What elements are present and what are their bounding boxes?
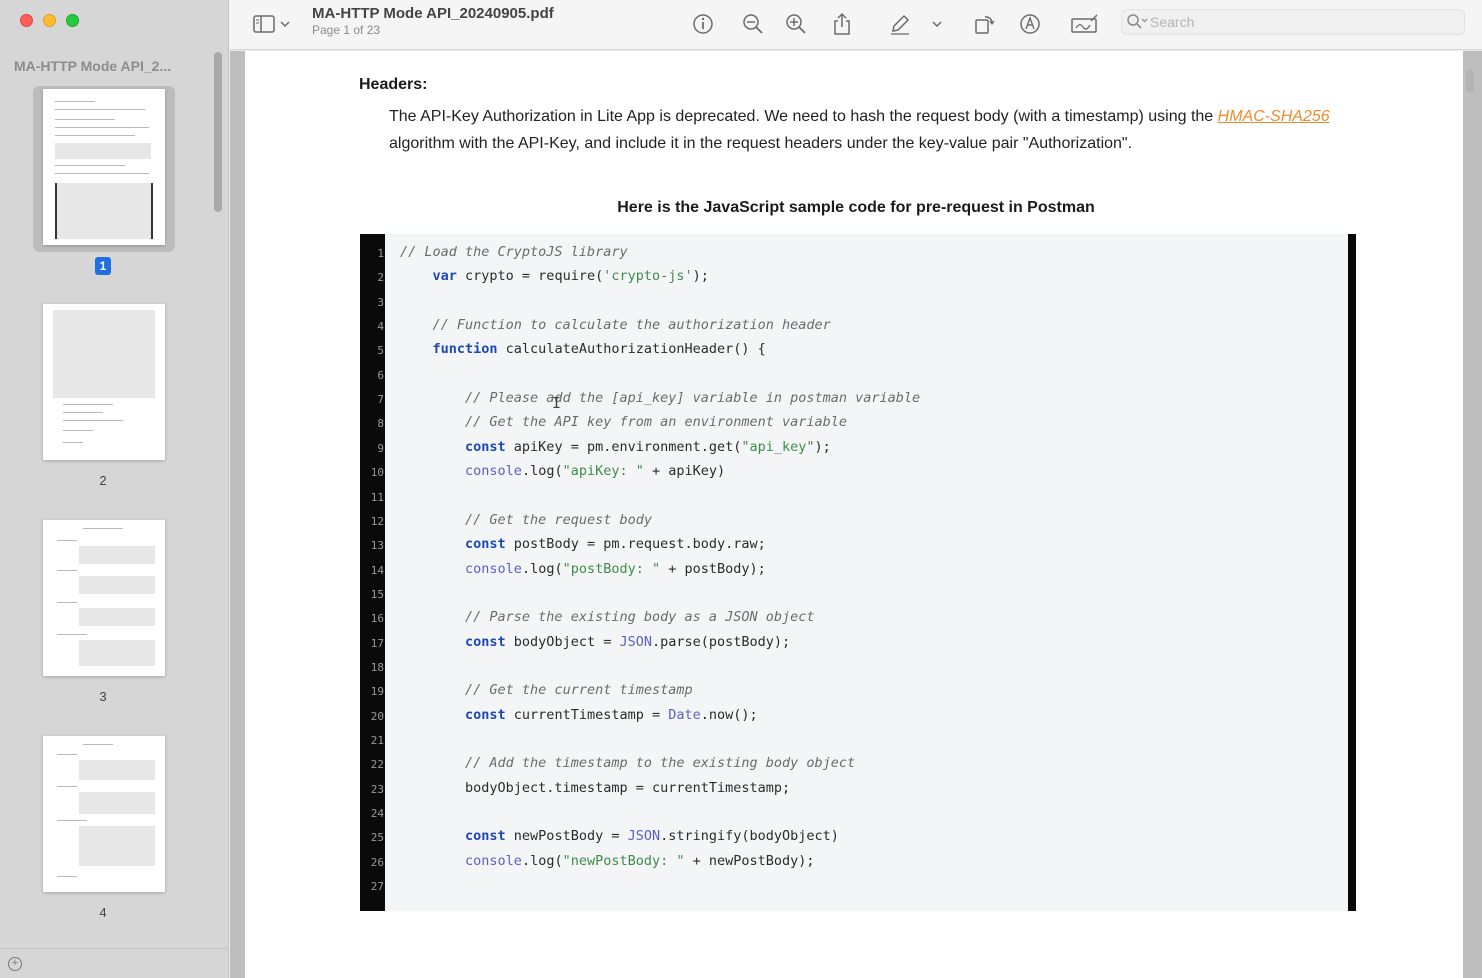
code-line: const postBody = pm.request.body.raw; — [465, 536, 766, 553]
page-thumbnail-1[interactable] — [43, 89, 165, 245]
line-number: 14 — [370, 563, 384, 577]
line-number: 6 — [377, 368, 384, 382]
line-number: 16 — [370, 612, 384, 626]
share-icon[interactable] — [829, 11, 855, 37]
line-number: 12 — [370, 514, 384, 528]
code-line: console.log("apiKey: " + apiKey) — [465, 463, 726, 480]
code-line: // Load the CryptoJS library — [400, 244, 628, 260]
page-thumbnail-3[interactable] — [43, 520, 165, 676]
line-number: 7 — [377, 393, 384, 407]
line-number: 22 — [370, 758, 384, 772]
code-line: const apiKey = pm.environment.get("api_k… — [465, 438, 831, 455]
body-paragraph: The API-Key Authorization in Lite App is… — [389, 103, 1349, 157]
zoom-window-button[interactable] — [66, 14, 79, 27]
sidebar-toggle-icon[interactable] — [251, 11, 277, 37]
page-number-4: 4 — [99, 905, 107, 920]
code-line: const bodyObject = JSON.parse(postBody); — [465, 633, 791, 650]
line-number: 25 — [370, 831, 384, 845]
line-number: 26 — [370, 855, 384, 869]
line-number: 2 — [377, 271, 384, 285]
document-scrollbar[interactable] — [1466, 69, 1474, 93]
page-indicator: Page 1 of 23 — [312, 23, 381, 37]
line-number: 9 — [377, 441, 384, 455]
code-line: // Get the current timestamp — [465, 682, 693, 699]
paragraph-text-start: The API-Key Authorization in Lite App is… — [389, 108, 1218, 125]
document-title: MA-HTTP Mode API_20240905.pdf — [312, 5, 554, 22]
section-heading: Headers: — [359, 76, 428, 93]
zoom-out-icon[interactable] — [740, 11, 766, 37]
annotate-icon[interactable] — [1017, 11, 1043, 37]
code-line: // Function to calculate the authorizati… — [432, 317, 831, 334]
code-line: // Get the request body — [465, 511, 652, 528]
code-line: const currentTimestamp = Date.now(); — [465, 706, 758, 723]
hmac-sha256-link[interactable]: HMAC-SHA256 — [1218, 108, 1330, 125]
code-line: // Please add the [api_key] variable in … — [465, 390, 921, 407]
chevron-down-icon[interactable] — [929, 11, 945, 37]
search-icon — [1126, 13, 1148, 33]
line-number: 20 — [370, 709, 384, 723]
close-window-button[interactable] — [20, 14, 33, 27]
info-icon[interactable] — [690, 11, 716, 37]
page-number-2: 2 — [99, 473, 107, 488]
add-page-icon[interactable]: + — [8, 957, 22, 971]
thumbnail-sidebar: MA-HTTP Mode API_2... 1 2 3 4 + — [0, 0, 229, 978]
markup-pen-icon[interactable] — [887, 11, 913, 37]
chevron-down-icon[interactable] — [277, 11, 293, 37]
document-viewport[interactable]: Headers: The API-Key Authorization in Li… — [230, 51, 1482, 978]
line-number: 3 — [377, 295, 384, 309]
signature-icon[interactable] — [1070, 11, 1100, 37]
code-line: function calculateAuthorizationHeader() … — [432, 341, 766, 358]
code-line: const newPostBody = JSON.stringify(bodyO… — [465, 828, 839, 845]
line-number: 21 — [370, 734, 384, 747]
search-box[interactable] — [1121, 9, 1465, 35]
line-number: 19 — [370, 685, 384, 699]
line-number: 5 — [377, 344, 384, 358]
code-line: console.log("postBody: " + postBody); — [465, 560, 766, 577]
line-number: 23 — [370, 782, 384, 796]
line-number: 27 — [370, 880, 384, 894]
code-line: console.log("newPostBody: " + newPostBod… — [465, 852, 815, 869]
rotate-icon[interactable] — [971, 11, 997, 37]
code-line: var crypto = require('crypto-js'); — [432, 268, 709, 285]
preview-window: MA-HTTP Mode API_2... 1 2 3 4 + MA-HTTP … — [0, 0, 1482, 978]
line-number: 13 — [370, 539, 384, 553]
line-number: 17 — [370, 636, 384, 650]
zoom-in-icon[interactable] — [783, 11, 809, 37]
page-number-3: 3 — [99, 689, 107, 704]
code-line: // Add the timestamp to the existing bod… — [465, 755, 856, 772]
minimize-window-button[interactable] — [43, 14, 56, 27]
code-line: bodyObject.timestamp = currentTimestamp; — [400, 779, 791, 796]
line-number: 1 — [377, 247, 384, 260]
line-number: 24 — [370, 807, 384, 821]
sidebar-document-title: MA-HTTP Mode API_2... — [14, 58, 172, 74]
text-cursor-icon: I — [552, 394, 562, 412]
code-line: // Get the API key from an environment v… — [465, 414, 848, 431]
toolbar: MA-HTTP Mode API_20240905.pdf Page 1 of … — [229, 0, 1482, 50]
pdf-page: Headers: The API-Key Authorization in Li… — [245, 51, 1463, 978]
code-line: // Parse the existing body as a JSON obj… — [465, 609, 815, 626]
thumbnail-list: 1 2 3 4 — [0, 86, 210, 948]
paragraph-text-end: algorithm with the API-Key, and include … — [389, 135, 1133, 152]
search-input[interactable] — [1150, 13, 1450, 31]
code-caption: Here is the JavaScript sample code for p… — [617, 199, 1095, 216]
page-thumbnail-4[interactable] — [43, 736, 165, 892]
line-number: 8 — [377, 417, 384, 431]
window-controls — [20, 14, 79, 27]
page-number-1: 1 — [95, 257, 111, 275]
code-block: 1 // Load the CryptoJS library 2 var crypt… — [360, 234, 1356, 911]
line-number: 10 — [370, 466, 384, 480]
sidebar-footer: + — [0, 948, 229, 978]
line-number: 11 — [370, 490, 384, 504]
line-number: 15 — [370, 587, 384, 601]
sidebar-scrollbar[interactable] — [214, 52, 222, 212]
line-number: 18 — [370, 660, 384, 674]
line-number: 4 — [377, 320, 384, 334]
page-thumbnail-2[interactable] — [43, 304, 165, 460]
